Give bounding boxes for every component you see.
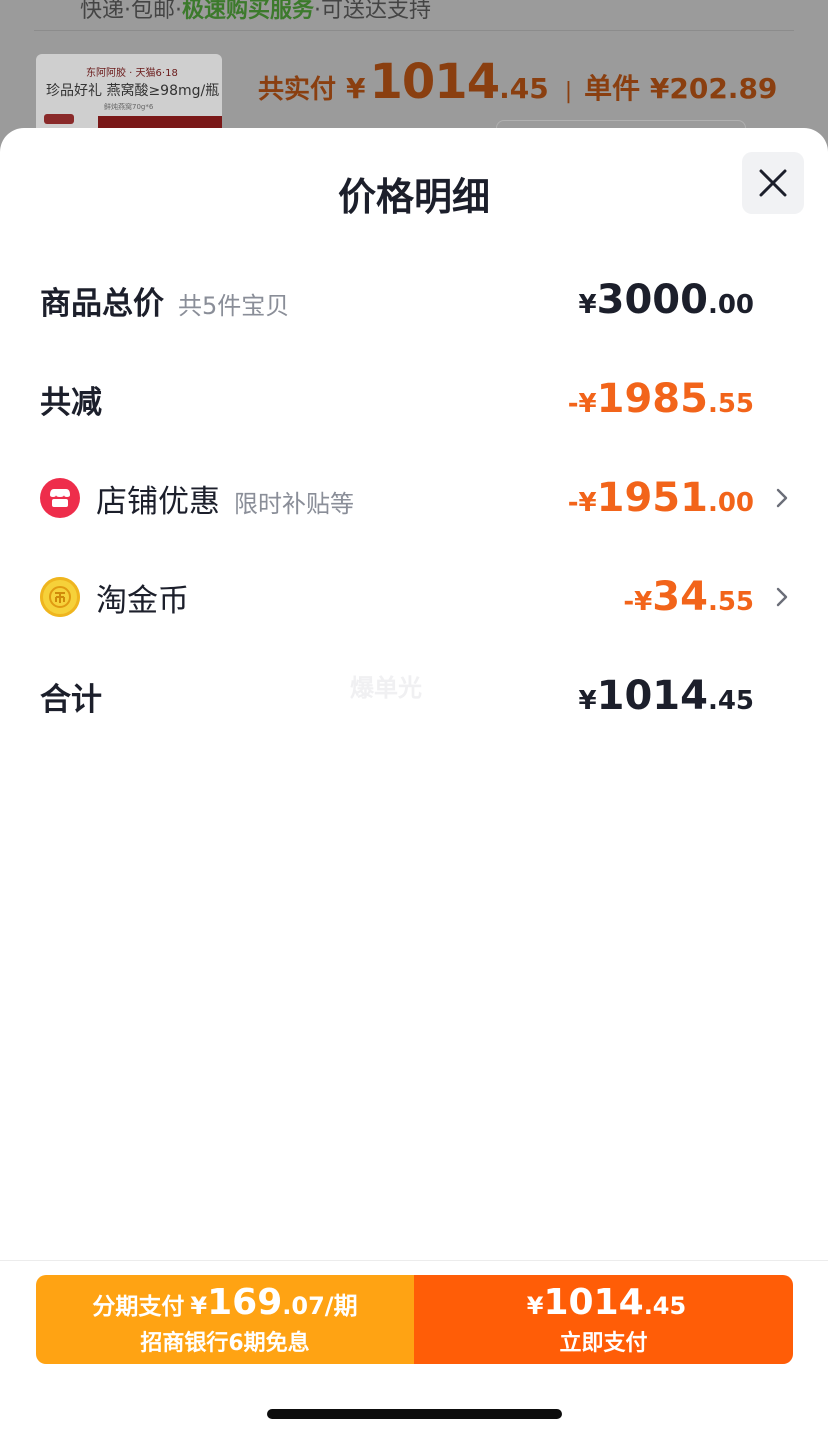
- total-amount: ¥ 1014 .45: [579, 673, 754, 719]
- pay-now-button[interactable]: ¥ 1014 .45 立即支付: [414, 1275, 793, 1364]
- background-divider: [34, 30, 794, 31]
- close-icon: [759, 169, 787, 197]
- sheet-title: 价格明细: [337, 175, 490, 219]
- unit-price: 单件 ¥202.89: [584, 72, 778, 105]
- footer-divider: [0, 1260, 828, 1261]
- close-button[interactable]: [742, 152, 804, 214]
- amount-dec: .00: [707, 488, 754, 518]
- chevron-right-icon: [774, 488, 790, 508]
- price-detail-sheet: 价格明细 商品总价 共5件宝贝 ¥ 3000 .00 共减 -¥ 1985 .5…: [0, 128, 828, 1436]
- total-label: 合计: [40, 681, 102, 718]
- delivery-suffix: ·可送达支持: [314, 0, 432, 23]
- product-tag: [44, 114, 74, 124]
- total-paid-label: 共实付: [258, 75, 337, 105]
- pay-now-amount: ¥ 1014 .45: [521, 1282, 686, 1323]
- installment-label: 分期支付: [92, 1294, 185, 1320]
- row-shop-discount[interactable]: 店铺优惠 限时补贴等 -¥ 1951 .00: [40, 468, 788, 528]
- pay-now-label: 立即支付: [559, 1331, 648, 1356]
- chevron-right-icon: [774, 587, 790, 607]
- home-indicator: [267, 1409, 562, 1419]
- installment-sub: 招商银行6期免息: [140, 1331, 310, 1356]
- installment-pay-button[interactable]: 分期支付 ¥ 169 .07/期 招商银行6期免息: [36, 1275, 414, 1364]
- delivery-highlight: 极速购买服务: [182, 0, 315, 23]
- amount-dec: .45: [707, 686, 754, 716]
- total-paid-int: 1014: [369, 54, 501, 110]
- pay-now-dec: .45: [643, 1292, 687, 1320]
- shop-icon: [40, 478, 80, 518]
- total-paid-yen: ¥: [346, 72, 366, 105]
- goods-total-label: 商品总价: [40, 285, 164, 322]
- taojinbi-amount: -¥ 34 .55: [623, 574, 754, 620]
- goods-total-amount: ¥ 3000 .00: [579, 277, 754, 323]
- amount-int: 1014: [596, 673, 708, 719]
- amount-yen: -¥: [623, 587, 653, 617]
- row-total-discount: 共减 -¥ 1985 .55: [40, 369, 788, 429]
- background-total-paid: 共实付 ¥ 1014 .45 | 单件 ¥202.89: [258, 54, 777, 110]
- amount-int: 34: [652, 574, 708, 620]
- installment-yen: ¥: [190, 1292, 208, 1320]
- product-sub: 鲜炖燕窝70g*6: [104, 103, 154, 111]
- taojinbi-label: 淘金币: [96, 582, 189, 619]
- shop-discount-label: 店铺优惠: [96, 483, 220, 520]
- payment-buttons: 分期支付 ¥ 169 .07/期 招商银行6期免息 ¥ 1014 .45 立即支…: [36, 1275, 793, 1364]
- background-delivery-line: 快递·包邮·极速购买服务·可送达支持: [80, 0, 431, 24]
- delivery-text: 快递·包邮·: [80, 0, 182, 23]
- amount-yen: -¥: [567, 389, 597, 419]
- pay-now-yen: ¥: [526, 1292, 544, 1320]
- amount-dec: .55: [707, 587, 754, 617]
- amount-dec: .55: [707, 389, 754, 419]
- pay-now-int: 1014: [543, 1282, 644, 1323]
- price-separator: |: [564, 79, 573, 104]
- amount-dec: .00: [707, 290, 754, 320]
- installment-int: 169: [207, 1282, 283, 1323]
- total-discount-amount: -¥ 1985 .55: [568, 376, 754, 422]
- amount-int: 1985: [596, 376, 708, 422]
- shop-discount-hint: 限时补贴等: [234, 489, 354, 518]
- installment-dec: .07/期: [282, 1292, 358, 1320]
- total-paid-dec: .45: [499, 72, 549, 105]
- amount-yen: -¥: [567, 488, 597, 518]
- product-brand: 东阿阿胶 · 天猫6·18: [86, 68, 178, 79]
- amount-yen: ¥: [578, 686, 597, 716]
- shop-discount-amount: -¥ 1951 .00: [568, 475, 754, 521]
- row-taojinbi[interactable]: 淘金币 -¥ 34 .55: [40, 567, 788, 627]
- installment-line: 分期支付 ¥ 169 .07/期: [92, 1282, 357, 1323]
- goods-count-hint: 共5件宝贝: [178, 291, 290, 320]
- coin-icon: [40, 577, 80, 617]
- amount-int: 1951: [596, 475, 708, 521]
- watermark: 爆单光: [350, 674, 422, 702]
- amount-yen: ¥: [578, 290, 597, 320]
- product-name: 珍品好礼 燕窝酸≥98mg/瓶: [46, 83, 220, 99]
- total-discount-label: 共减: [40, 384, 102, 421]
- amount-int: 3000: [596, 277, 708, 323]
- row-goods-total: 商品总价 共5件宝贝 ¥ 3000 .00: [40, 270, 788, 330]
